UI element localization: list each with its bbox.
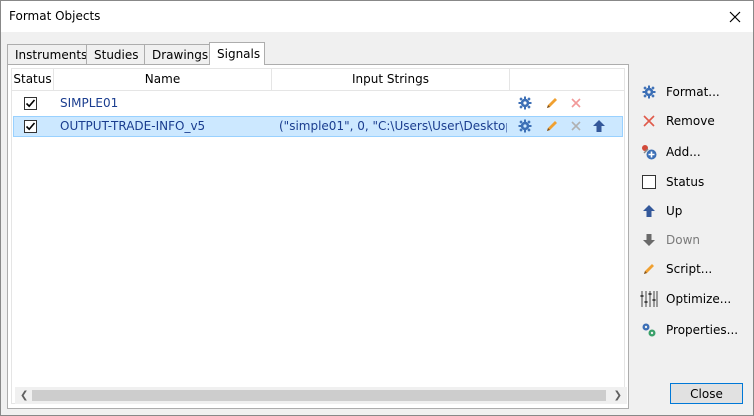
pencil-icon[interactable] xyxy=(545,96,559,110)
signals-panel: Status Name Input Strings SIMPLE01 OUTPU… xyxy=(7,64,629,409)
list-header: Status Name Input Strings xyxy=(12,69,624,91)
signal-name: SIMPLE01 xyxy=(60,96,119,110)
window-close-button[interactable] xyxy=(717,1,753,32)
pencil-icon[interactable] xyxy=(545,119,559,133)
column-name-header[interactable]: Name xyxy=(54,69,272,90)
script-label: Script... xyxy=(666,262,713,276)
sliders-icon xyxy=(640,290,658,308)
optimize-label: Optimize... xyxy=(666,292,732,306)
scroll-right-icon[interactable]: ❯ xyxy=(614,390,622,401)
status-label: Status xyxy=(666,175,705,189)
scroll-left-icon[interactable]: ❮ xyxy=(20,390,28,401)
status-checkbox[interactable] xyxy=(24,120,37,133)
up-button[interactable]: Up xyxy=(640,200,682,222)
script-button[interactable]: Script... xyxy=(640,258,712,280)
add-icon xyxy=(640,143,658,161)
format-objects-dialog: Format Objects Instruments Studies Drawi… xyxy=(0,0,754,416)
signals-list: Status Name Input Strings SIMPLE01 OUTPU… xyxy=(11,68,627,404)
checkmark-icon xyxy=(25,122,36,131)
signal-name: OUTPUT-TRADE-INFO_v5 xyxy=(60,119,206,133)
column-status-header[interactable]: Status xyxy=(12,69,54,90)
status-checkbox[interactable] xyxy=(24,97,37,110)
scrollbar-thumb[interactable] xyxy=(32,390,606,401)
tab-drawings[interactable]: Drawings xyxy=(144,44,210,65)
remove-label: Remove xyxy=(666,114,715,128)
optimize-button[interactable]: Optimize... xyxy=(640,288,731,310)
tab-instruments[interactable]: Instruments xyxy=(7,44,87,65)
properties-label: Properties... xyxy=(666,323,739,337)
up-label: Up xyxy=(666,204,683,218)
close-icon xyxy=(729,11,741,22)
down-label: Down xyxy=(666,233,701,247)
arrow-down-icon xyxy=(640,231,658,249)
delete-icon[interactable] xyxy=(569,96,583,110)
tab-signals[interactable]: Signals xyxy=(209,42,265,65)
arrow-up-icon xyxy=(640,202,658,220)
horizontal-scrollbar[interactable]: ❮ ❯ xyxy=(15,387,627,404)
column-actions-header xyxy=(510,69,624,90)
delete-icon xyxy=(640,112,658,130)
gear-icon[interactable] xyxy=(518,96,532,110)
down-button[interactable]: Down xyxy=(640,229,700,251)
signal-input-strings: ("simple01", 0, "C:\Users\User\Desktop\O xyxy=(279,119,507,133)
properties-button[interactable]: Properties... xyxy=(640,319,738,341)
tab-studies[interactable]: Studies xyxy=(86,44,145,65)
properties-icon xyxy=(640,321,658,339)
checkbox-icon xyxy=(640,173,658,191)
window-title: Format Objects xyxy=(9,9,101,23)
pencil-icon xyxy=(640,260,658,278)
status-button[interactable]: Status xyxy=(640,171,704,193)
format-button[interactable]: Format... xyxy=(640,81,720,103)
close-button[interactable]: Close xyxy=(670,383,743,404)
list-item[interactable]: SIMPLE01 xyxy=(13,93,623,114)
checkmark-icon xyxy=(25,99,36,108)
format-label: Format... xyxy=(666,85,720,99)
delete-icon[interactable] xyxy=(569,119,583,133)
add-button[interactable]: Add... xyxy=(640,141,701,163)
list-item[interactable]: OUTPUT-TRADE-INFO_v5 ("simple01", 0, "C:… xyxy=(13,116,623,137)
gear-icon[interactable] xyxy=(518,119,532,133)
arrow-up-icon[interactable] xyxy=(592,119,606,133)
add-label: Add... xyxy=(666,145,701,159)
remove-button[interactable]: Remove xyxy=(640,110,715,132)
gear-icon xyxy=(640,83,658,101)
title-bar: Format Objects xyxy=(1,1,753,32)
column-input-strings-header[interactable]: Input Strings xyxy=(272,69,510,90)
